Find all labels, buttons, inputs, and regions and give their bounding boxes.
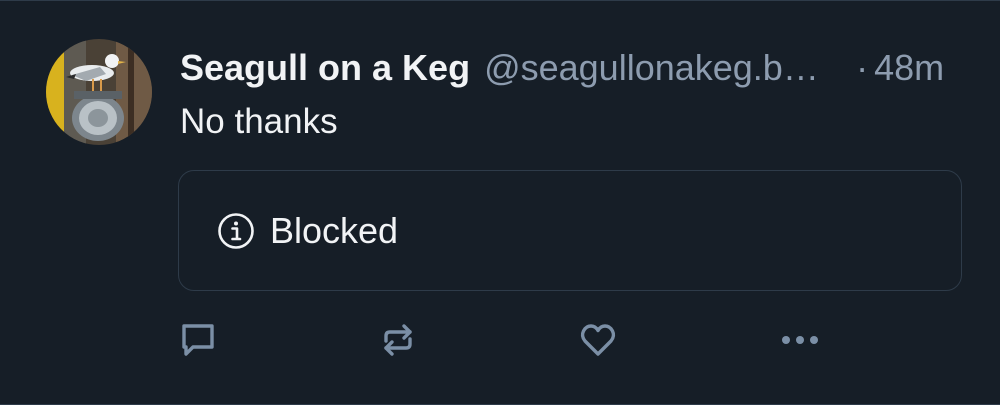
post-timestamp[interactable]: 48m [874,45,944,91]
blocked-label: Blocked [270,209,399,251]
info-icon [217,212,255,250]
display-name[interactable]: Seagull on a Keg [180,45,470,91]
heart-icon [578,320,618,360]
ellipsis-icon [779,333,821,347]
repost-button[interactable] [377,319,419,361]
repost-arrows-icon [378,320,418,360]
post-text: No thanks [180,102,338,141]
post-header: Seagull on a Keg @seagullonakeg.bsky.soc… [180,45,962,91]
meta-separator: · [856,47,869,88]
post-card[interactable]: Seagull on a Keg @seagullonakeg.bsky.soc… [0,0,1000,405]
reply-button[interactable] [177,319,219,361]
speech-bubble-icon [178,320,218,360]
avatar[interactable] [46,39,152,145]
more-options-button[interactable] [779,319,821,361]
blocked-embed-card: Blocked [178,170,962,291]
like-button[interactable] [577,319,619,361]
author-handle[interactable]: @seagullonakeg.bsky.social [484,45,836,91]
seagull-avatar-image [46,39,152,145]
